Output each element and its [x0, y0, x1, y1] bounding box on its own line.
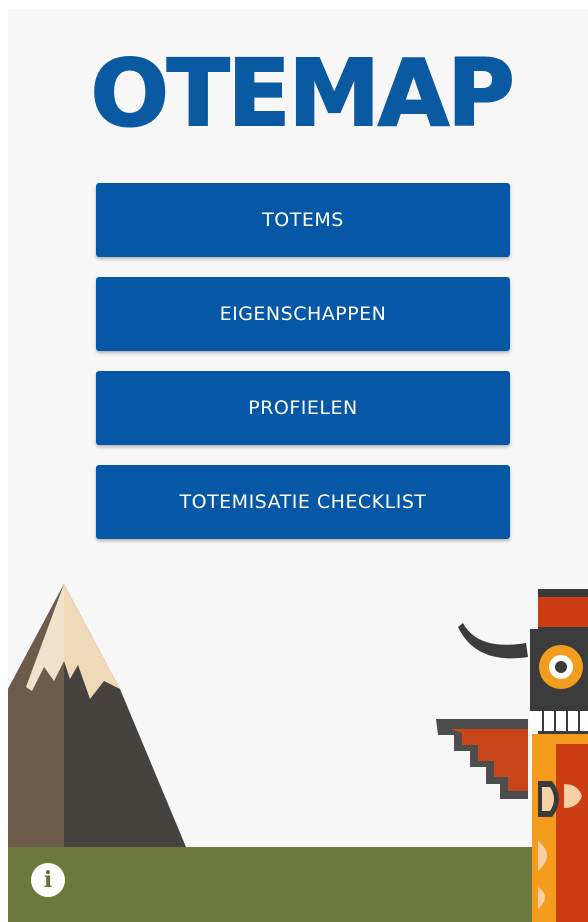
grass-ground: [8, 847, 588, 922]
landscape-illustration: [8, 569, 588, 922]
info-icon: i: [43, 867, 53, 893]
totemisatie-checklist-button[interactable]: TOTEMISATIE CHECKLIST: [96, 465, 510, 539]
app-title: TOTEMAPP: [94, 40, 514, 147]
mountain-illustration: [8, 584, 186, 847]
app-logo: TOTEMAPP: [29, 23, 581, 153]
info-button[interactable]: i: [31, 863, 65, 897]
eigenschappen-button[interactable]: EIGENSCHAPPEN: [96, 277, 510, 351]
app-screen: TOTEMAPP TOTEMS EIGENSCHAPPEN PROFIELEN …: [8, 9, 588, 922]
profielen-button[interactable]: PROFIELEN: [96, 371, 510, 445]
totems-button[interactable]: TOTEMS: [96, 183, 510, 257]
